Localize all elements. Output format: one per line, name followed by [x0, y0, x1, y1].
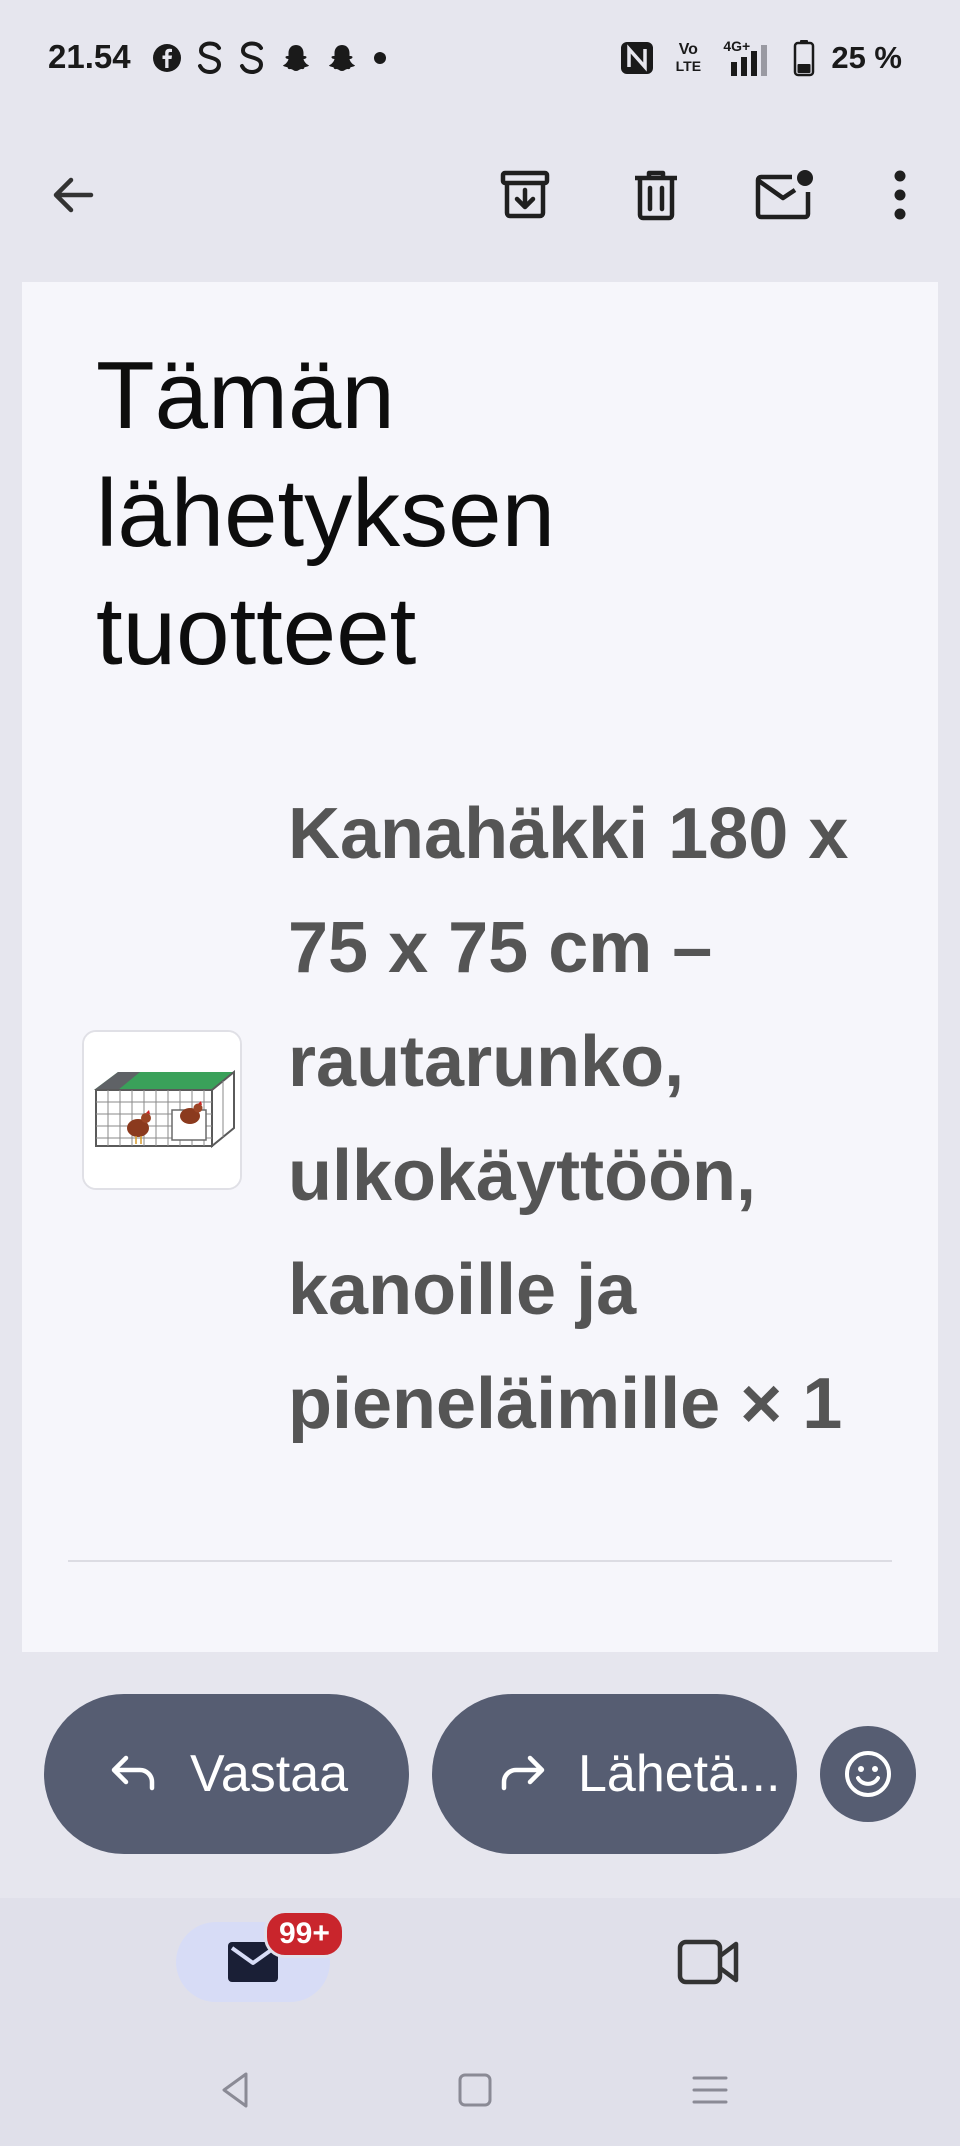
- volte-icon: Vo LTE: [671, 39, 705, 77]
- delete-button[interactable]: [621, 160, 691, 230]
- s-app-icon: [198, 41, 222, 75]
- email-body: Tämän lähetyksen tuotteet Kanahäkki 180 …: [22, 282, 938, 1652]
- reply-button[interactable]: Vastaa: [44, 1694, 409, 1854]
- reply-arrow-icon: [111, 1755, 155, 1791]
- back-button[interactable]: [38, 160, 108, 230]
- divider: [68, 1560, 892, 1562]
- more-vert-icon: [894, 170, 906, 220]
- facebook-icon: [153, 44, 181, 72]
- mail-unread-icon: [755, 170, 813, 220]
- smiley-icon: [845, 1751, 891, 1797]
- notification-icons: [152, 38, 388, 78]
- unread-count-badge: 99+: [264, 1910, 345, 1958]
- emoji-reaction-button[interactable]: [820, 1726, 916, 1822]
- status-time: 21.54: [48, 38, 131, 75]
- snapchat-icon: [283, 45, 309, 71]
- system-status-icons: Vo LTE 4G+ 25 %: [619, 36, 902, 80]
- forward-arrow-icon: [501, 1755, 545, 1791]
- system-home-icon[interactable]: [453, 2068, 497, 2112]
- reply-label: Vastaa: [190, 1745, 349, 1803]
- arrow-back-icon: [53, 177, 94, 213]
- trash-icon: [635, 170, 677, 221]
- product-title: Kanahäkki 180 x 75 x 75 cm – rautarunko,…: [288, 794, 849, 1444]
- forward-label: Lähetä...: [578, 1745, 781, 1803]
- more-options-button[interactable]: [865, 160, 935, 230]
- forward-button[interactable]: Lähetä...: [432, 1694, 797, 1854]
- system-recents-icon[interactable]: [688, 2068, 732, 2112]
- archive-icon: [500, 170, 550, 219]
- system-back-icon[interactable]: [214, 2068, 258, 2112]
- nfc-icon: [621, 42, 654, 74]
- volte-label-bottom: LTE: [675, 58, 702, 74]
- chicken-coop-image: [84, 1032, 240, 1188]
- battery-icon: [794, 40, 815, 77]
- archive-button[interactable]: [490, 160, 560, 230]
- bottom-navigation: 99+: [0, 1898, 960, 2146]
- status-bar: 21.54 Vo LTE 4G+ 25 %: [0, 0, 960, 115]
- section-title: Tämän lähetyksen tuotteet: [96, 342, 555, 685]
- dot-icon: [374, 52, 386, 64]
- video-camera-icon[interactable]: [676, 1934, 740, 1990]
- s-app-icon: [240, 41, 264, 75]
- snapchat-icon: [329, 45, 355, 71]
- mark-unread-button[interactable]: [750, 160, 820, 230]
- battery-percent: 25 %: [831, 40, 902, 75]
- signal-4g-icon: 4G+: [721, 38, 777, 78]
- email-toolbar: [0, 150, 960, 240]
- volte-label-top: Vo: [678, 41, 698, 58]
- product-image[interactable]: [82, 1030, 242, 1190]
